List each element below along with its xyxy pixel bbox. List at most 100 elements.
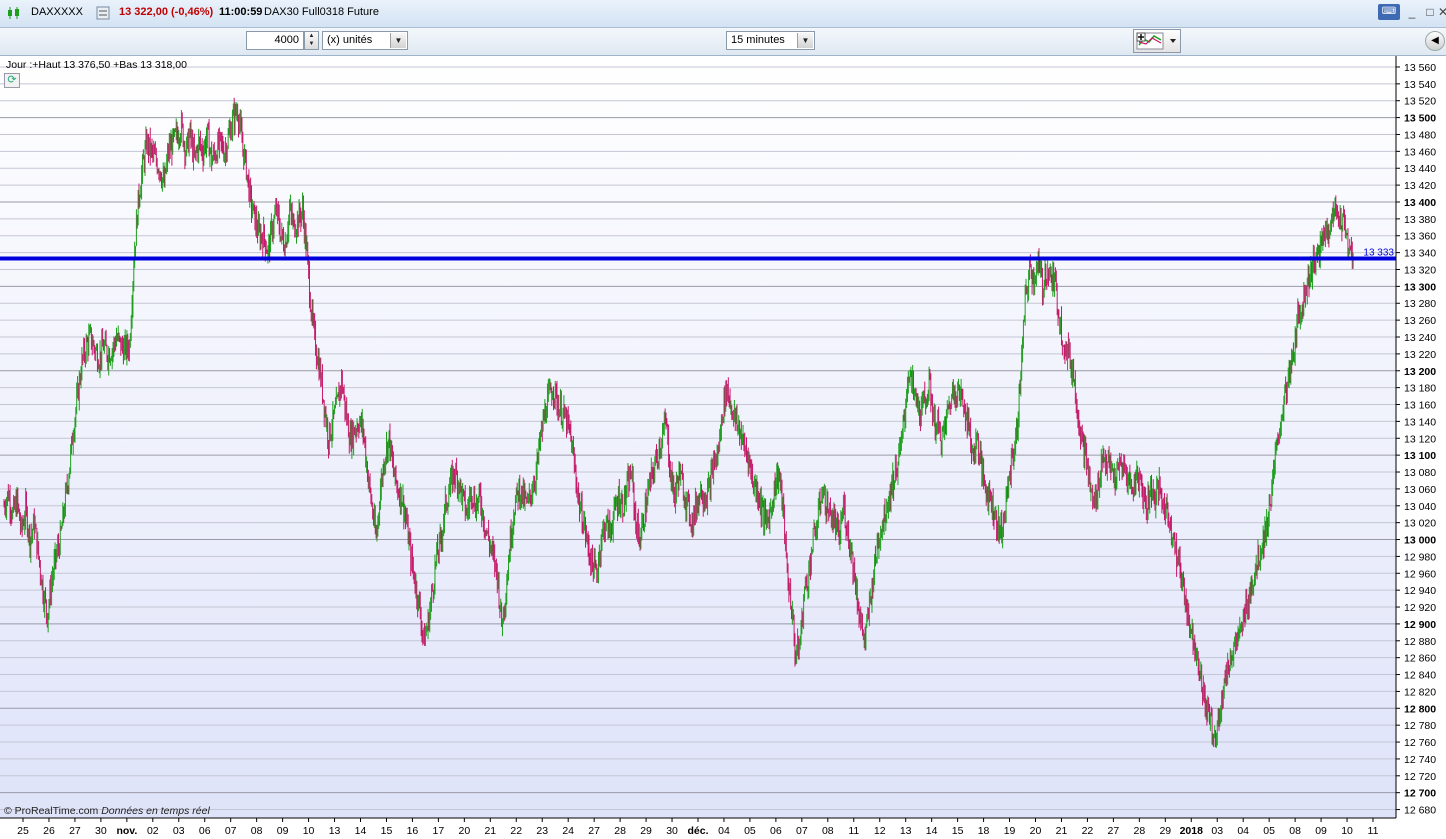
x-tick-label: 23 [536,825,548,837]
x-tick-label: 19 [1004,825,1016,837]
x-axis[interactable]: 25 26 27 30 nov. 02 03 06 07 08 09 10 13 14 15 16 17 20 21… [17,818,1379,837]
x-tick-label: 17 [433,825,445,837]
y-tick-label: 13 200 [1404,366,1436,378]
x-tick-label: 14 [926,825,938,837]
y-tick-label: 12 720 [1404,771,1436,783]
quantity-spinner[interactable]: ▲ ▼ [304,31,319,50]
y-tick-label: 12 700 [1404,788,1436,800]
x-tick-label: 04 [1237,825,1249,837]
plot-background [0,56,1396,818]
y-tick-label: 12 740 [1404,754,1436,766]
x-tick-label: 18 [978,825,990,837]
y-tick-label: 12 820 [1404,686,1436,698]
x-tick-label: 07 [796,825,808,837]
collapse-panel-button[interactable]: ◀ [1425,31,1445,51]
minimize-icon[interactable]: _ [1402,4,1422,20]
horizontal-line-label: 13 333 [1363,248,1394,259]
period-dropdown[interactable]: 15 minutes ▼ [726,31,815,50]
x-tick-label: 08 [251,825,263,837]
y-tick-label: 12 680 [1404,805,1436,817]
y-tick-label: 12 980 [1404,551,1436,563]
y-tick-label: 12 960 [1404,568,1436,580]
x-tick-label: 30 [666,825,678,837]
x-tick-label: 28 [1134,825,1146,837]
x-tick-label: 27 [1108,825,1120,837]
y-tick-label: 13 360 [1404,231,1436,243]
y-tick-label: 13 320 [1404,264,1436,276]
y-tick-label: 13 340 [1404,248,1436,260]
y-tick-label: 12 840 [1404,670,1436,682]
y-tick-label: 12 760 [1404,737,1436,749]
y-tick-label: 13 280 [1404,298,1436,310]
x-tick-label: 29 [640,825,652,837]
x-tick-label: 27 [69,825,81,837]
x-tick-label: 10 [1341,825,1353,837]
y-tick-label: 12 800 [1404,703,1436,715]
x-tick-label: 05 [1263,825,1275,837]
x-tick-label: 15 [381,825,393,837]
y-tick-label: 13 080 [1404,467,1436,479]
maximize-icon[interactable]: □ [1420,4,1440,20]
x-tick-label: 04 [718,825,730,837]
candlestick-icon [6,6,22,23]
y-tick-label: 13 140 [1404,416,1436,428]
time-label: 11:00:59 [219,6,263,18]
x-tick-label: 07 [225,825,237,837]
y-axis[interactable]: 12 680 12 700 12 720 12 740 12 760 12 780 12 8… [1396,62,1436,817]
chevron-down-icon: ▼ [390,33,406,48]
x-tick-label: 22 [1082,825,1094,837]
x-tick-label: 05 [744,825,756,837]
y-tick-label: 13 540 [1404,79,1436,91]
x-tick-label: 14 [355,825,367,837]
y-tick-label: 12 880 [1404,636,1436,648]
add-indicator-button[interactable] [1133,29,1181,53]
x-tick-label: 13 [900,825,912,837]
title-bar: DAXXXXX 13 322,00 (-0,46%) 11:00:59 DAX3… [0,0,1446,28]
quantity-input[interactable]: 4000 [246,31,304,50]
y-tick-label: 13 380 [1404,214,1436,226]
y-tick-label: 12 900 [1404,619,1436,631]
x-tick-label: 28 [614,825,626,837]
x-tick-label: 02 [147,825,159,837]
x-tick-label: 25 [17,825,29,837]
y-tick-label: 13 520 [1404,96,1436,108]
instrument-label: DAX30 Full0318 Future [264,6,379,18]
price-chart[interactable]: 13 333 12 680 12 700 12 720 12 740 12 760 12 … [0,56,1446,839]
x-tick-label: 20 [1030,825,1042,837]
y-tick-label: 13 220 [1404,349,1436,361]
y-tick-label: 12 920 [1404,602,1436,614]
x-tick-label: 03 [1211,825,1223,837]
y-tick-label: 13 260 [1404,315,1436,327]
y-tick-label: 13 300 [1404,281,1436,293]
y-tick-label: 13 480 [1404,129,1436,141]
x-tick-label: 08 [1289,825,1301,837]
brand-label: © ProRealTime.com [4,805,99,817]
chevron-down-icon: ▼ [797,33,813,48]
y-tick-label: 13 500 [1404,113,1436,125]
x-tick-label: 10 [303,825,315,837]
refresh-icon[interactable]: ⟳ [4,73,20,88]
x-tick-label: 06 [199,825,211,837]
units-dropdown-label: (x) unités [327,34,373,46]
y-tick-label: 13 060 [1404,484,1436,496]
footer-note: © ProRealTime.com Données en temps réel [4,805,210,817]
keyboard-icon[interactable]: ⌨ [1378,4,1400,20]
x-tick-label: 24 [562,825,574,837]
x-tick-label: 2018 [1180,825,1204,837]
x-tick-label: 21 [484,825,496,837]
x-tick-label: 27 [588,825,600,837]
x-tick-label: 21 [1056,825,1068,837]
x-tick-label: 08 [822,825,834,837]
x-tick-label: 20 [459,825,471,837]
y-tick-label: 12 780 [1404,720,1436,732]
y-tick-label: 13 420 [1404,180,1436,192]
x-tick-label: 11 [1368,825,1379,837]
settings-grid-icon[interactable] [96,6,110,23]
y-tick-label: 13 100 [1404,450,1436,462]
y-tick-label: 13 240 [1404,332,1436,344]
units-dropdown[interactable]: (x) unités ▼ [322,31,408,50]
x-tick-label: 12 [874,825,886,837]
close-icon[interactable]: ✕ [1438,4,1446,20]
y-tick-label: 13 400 [1404,197,1436,209]
chart-canvas[interactable]: 13 333 12 68012 70012 72012 74012 76012 … [0,56,1446,839]
